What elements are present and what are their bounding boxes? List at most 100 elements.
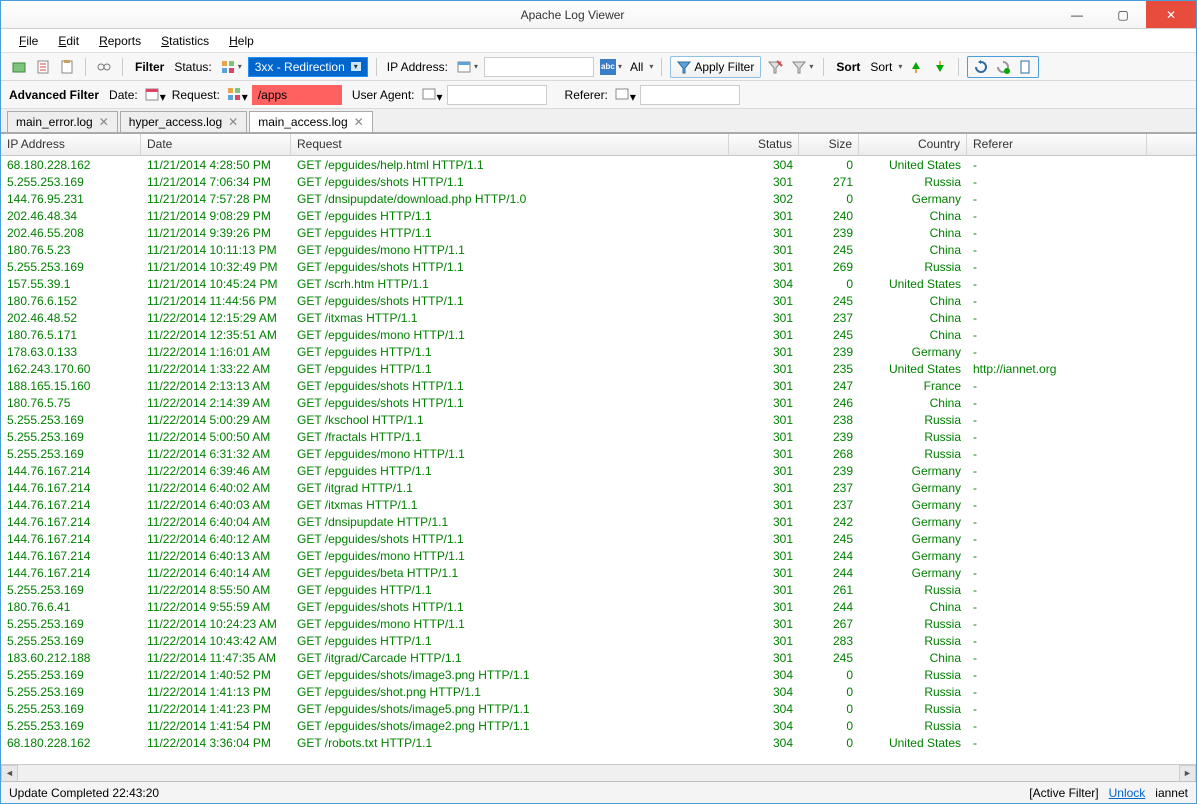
toggle-icon[interactable] xyxy=(94,57,114,77)
table-row[interactable]: 5.255.253.16911/22/2014 1:40:52 PMGET /e… xyxy=(1,666,1196,683)
table-row[interactable]: 68.180.228.16211/21/2014 4:28:50 PMGET /… xyxy=(1,156,1196,173)
maximize-button[interactable]: ▢ xyxy=(1100,1,1146,28)
table-row[interactable]: 5.255.253.16911/22/2014 1:41:54 PMGET /e… xyxy=(1,717,1196,734)
table-row[interactable]: 5.255.253.16911/22/2014 10:43:42 AMGET /… xyxy=(1,632,1196,649)
menu-reports[interactable]: Reports xyxy=(91,32,149,50)
table-row[interactable]: 180.76.6.15211/21/2014 11:44:56 PMGET /e… xyxy=(1,292,1196,309)
status-icon-dd[interactable]: ▾ xyxy=(218,57,244,77)
refresh-icon[interactable] xyxy=(971,57,991,77)
apply-filter-button[interactable]: Apply Filter xyxy=(670,56,761,78)
col-date[interactable]: Date xyxy=(141,134,291,155)
table-row[interactable]: 5.255.253.16911/22/2014 10:24:23 AMGET /… xyxy=(1,615,1196,632)
table-row[interactable]: 202.46.55.20811/21/2014 9:39:26 PMGET /e… xyxy=(1,224,1196,241)
table-row[interactable]: 5.255.253.16911/22/2014 1:41:23 PMGET /e… xyxy=(1,700,1196,717)
col-country[interactable]: Country xyxy=(859,134,967,155)
grid-body[interactable]: 68.180.228.16211/21/2014 4:28:50 PMGET /… xyxy=(1,156,1196,764)
filter-more-dd[interactable]: ▾ xyxy=(789,57,815,77)
close-button[interactable]: ✕ xyxy=(1146,1,1196,28)
col-status[interactable]: Status xyxy=(729,134,799,155)
scroll-right-icon[interactable]: ► xyxy=(1179,765,1196,782)
table-row[interactable]: 5.255.253.16911/21/2014 7:06:34 PMGET /e… xyxy=(1,173,1196,190)
cell: 238 xyxy=(799,413,859,427)
export-icon[interactable] xyxy=(33,57,53,77)
table-row[interactable]: 144.76.167.21411/22/2014 6:40:14 AMGET /… xyxy=(1,564,1196,581)
active-filter-indicator: [Active Filter] xyxy=(1029,786,1098,800)
table-row[interactable]: 144.76.167.21411/22/2014 6:40:12 AMGET /… xyxy=(1,530,1196,547)
table-row[interactable]: 5.255.253.16911/21/2014 10:32:49 PMGET /… xyxy=(1,258,1196,275)
table-row[interactable]: 202.46.48.5211/22/2014 12:15:29 AMGET /i… xyxy=(1,309,1196,326)
table-row[interactable]: 5.255.253.16911/22/2014 5:00:50 AMGET /f… xyxy=(1,428,1196,445)
table-row[interactable]: 180.76.6.4111/22/2014 9:55:59 AMGET /epg… xyxy=(1,598,1196,615)
cell: - xyxy=(967,600,1147,614)
cell: - xyxy=(967,532,1147,546)
table-row[interactable]: 5.255.253.16911/22/2014 6:31:32 AMGET /e… xyxy=(1,445,1196,462)
table-row[interactable]: 144.76.167.21411/22/2014 6:40:13 AMGET /… xyxy=(1,547,1196,564)
menu-help[interactable]: Help xyxy=(221,32,262,50)
tab-close-icon[interactable]: ✕ xyxy=(99,115,109,129)
file-tab[interactable]: main_access.log✕ xyxy=(249,111,372,132)
table-row[interactable]: 144.76.167.21411/22/2014 6:39:46 AMGET /… xyxy=(1,462,1196,479)
ip-picker-dd[interactable]: abc▾ xyxy=(598,57,624,77)
table-row[interactable]: 157.55.39.111/21/2014 10:45:24 PMGET /sc… xyxy=(1,275,1196,292)
menu-file[interactable]: File xyxy=(11,32,46,50)
cell: - xyxy=(967,294,1147,308)
table-row[interactable]: 5.255.253.16911/22/2014 8:55:50 AMGET /e… xyxy=(1,581,1196,598)
table-row[interactable]: 5.255.253.16911/22/2014 5:00:29 AMGET /k… xyxy=(1,411,1196,428)
cell: - xyxy=(967,447,1147,461)
tab-close-icon[interactable]: ✕ xyxy=(228,115,238,129)
table-row[interactable]: 183.60.212.18811/22/2014 11:47:35 AMGET … xyxy=(1,649,1196,666)
table-row[interactable]: 202.46.48.3411/21/2014 9:08:29 PMGET /ep… xyxy=(1,207,1196,224)
table-row[interactable]: 162.243.170.6011/22/2014 1:33:22 AMGET /… xyxy=(1,360,1196,377)
cell: 11/22/2014 6:40:13 AM xyxy=(141,549,291,563)
refresh-all-icon[interactable] xyxy=(993,57,1013,77)
adv-ua-dd[interactable]: ▾ xyxy=(421,86,443,104)
file-tab[interactable]: main_error.log✕ xyxy=(7,111,118,132)
col-request[interactable]: Request xyxy=(291,134,729,155)
table-row[interactable]: 188.165.15.16011/22/2014 2:13:13 AMGET /… xyxy=(1,377,1196,394)
adv-ua-input[interactable] xyxy=(447,85,547,105)
table-row[interactable]: 180.76.5.2311/21/2014 10:11:13 PMGET /ep… xyxy=(1,241,1196,258)
table-row[interactable]: 144.76.95.23111/21/2014 7:57:28 PMGET /d… xyxy=(1,190,1196,207)
menu-statistics[interactable]: Statistics xyxy=(153,32,217,50)
open-log-icon[interactable] xyxy=(9,57,29,77)
table-row[interactable]: 144.76.167.21411/22/2014 6:40:03 AMGET /… xyxy=(1,496,1196,513)
ip-filter-input[interactable] xyxy=(484,57,594,77)
adv-date-dd[interactable]: ▾ xyxy=(144,86,166,104)
table-row[interactable]: 68.180.228.16211/22/2014 3:36:04 PMGET /… xyxy=(1,734,1196,751)
table-row[interactable]: 178.63.0.13311/22/2014 1:16:01 AMGET /ep… xyxy=(1,343,1196,360)
table-row[interactable]: 144.76.167.21411/22/2014 6:40:04 AMGET /… xyxy=(1,513,1196,530)
horizontal-scrollbar[interactable]: ◄ ► xyxy=(1,764,1196,781)
tab-close-icon[interactable]: ✕ xyxy=(354,115,364,129)
minimize-button[interactable]: — xyxy=(1054,1,1100,28)
status-filter-select[interactable]: 3xx - Redirection ▾ xyxy=(248,57,368,77)
col-ip[interactable]: IP Address xyxy=(1,134,141,155)
table-row[interactable]: 5.255.253.16911/22/2014 1:41:13 PMGET /e… xyxy=(1,683,1196,700)
cell: GET /epguides HTTP/1.1 xyxy=(291,583,729,597)
sort-desc-icon[interactable] xyxy=(930,57,950,77)
ip-icon-dd[interactable]: ▾ xyxy=(454,57,480,77)
cell: GET /epguides/shots/image2.png HTTP/1.1 xyxy=(291,719,729,733)
cell: 68.180.228.162 xyxy=(1,158,141,172)
col-referer[interactable]: Referer xyxy=(967,134,1147,155)
menu-edit[interactable]: Edit xyxy=(50,32,87,50)
adv-request-dd[interactable]: ▾ xyxy=(226,86,248,104)
cell: 5.255.253.169 xyxy=(1,413,141,427)
clipboard-icon[interactable] xyxy=(57,57,77,77)
cell: China xyxy=(859,311,967,325)
adv-referer-dd[interactable]: ▾ xyxy=(614,86,636,104)
adv-referer-input[interactable] xyxy=(640,85,740,105)
clear-filter-icon[interactable] xyxy=(765,57,785,77)
col-size[interactable]: Size xyxy=(799,134,859,155)
table-row[interactable]: 180.76.5.7511/22/2014 2:14:39 AMGET /epg… xyxy=(1,394,1196,411)
adv-request-value[interactable]: /apps xyxy=(252,85,342,105)
cell: - xyxy=(967,498,1147,512)
scroll-left-icon[interactable]: ◄ xyxy=(1,765,18,782)
table-row[interactable]: 144.76.167.21411/22/2014 6:40:02 AMGET /… xyxy=(1,479,1196,496)
sort-value[interactable]: Sort xyxy=(868,60,894,74)
page-icon[interactable] xyxy=(1015,57,1035,77)
unlock-link[interactable]: Unlock xyxy=(1109,786,1146,800)
sort-asc-icon[interactable] xyxy=(906,57,926,77)
table-row[interactable]: 180.76.5.17111/22/2014 12:35:51 AMGET /e… xyxy=(1,326,1196,343)
cell: 11/22/2014 1:41:54 PM xyxy=(141,719,291,733)
file-tab[interactable]: hyper_access.log✕ xyxy=(120,111,247,132)
